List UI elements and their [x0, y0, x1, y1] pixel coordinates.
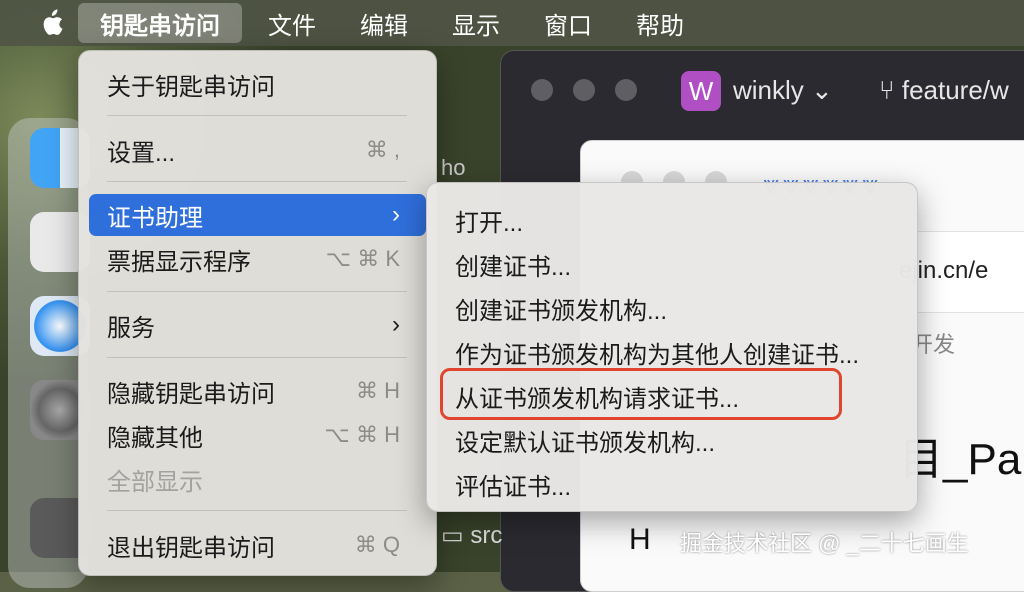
menu-separator: [107, 181, 407, 182]
folder-name: src: [470, 522, 503, 549]
folder-src[interactable]: ▭ src: [441, 521, 502, 550]
menu-item-label: 全部显示: [107, 468, 203, 496]
sidebar-label: ho: [441, 155, 466, 180]
app-menu-dropdown: 关于钥匙串访问 设置... ⌘ , 证书助理 › 票据显示程序 ⌥ ⌘ K 服务 › 隐…: [78, 50, 437, 576]
menu-item-settings[interactable]: 设置... ⌘ ,: [89, 129, 426, 171]
menu-app-name[interactable]: 钥匙串访问: [78, 3, 242, 43]
submenu-item-set-default-ca[interactable]: 设定默认证书颁发机构...: [455, 423, 715, 458]
annotation-highlight-box: [440, 368, 842, 420]
menu-item-label: 隐藏钥匙串访问: [107, 380, 275, 408]
menu-item-ticket-viewer[interactable]: 票据显示程序 ⌥ ⌘ K: [89, 238, 426, 280]
shortcut-label: ⌘ ,: [365, 137, 400, 162]
menu-bar: 钥匙串访问 文件 编辑 显示 窗口 帮助: [0, 0, 1024, 46]
submenu-item-create-ca[interactable]: 创建证书颁发机构...: [455, 291, 667, 326]
submenu-item-create-cert-for-others[interactable]: 作为证书颁发机构为其他人创建证书...: [455, 335, 859, 370]
menu-window[interactable]: 窗口: [522, 0, 614, 46]
menu-item-services[interactable]: 服务 ›: [89, 304, 426, 346]
window-zoom-button[interactable]: [615, 79, 637, 101]
menu-help[interactable]: 帮助: [614, 0, 706, 46]
menu-item-label: 设置...: [107, 139, 176, 167]
menu-item-label: 证书助理: [107, 204, 203, 232]
menu-file[interactable]: 文件: [246, 0, 338, 46]
menu-separator: [107, 357, 407, 358]
chevron-right-icon: ›: [392, 201, 400, 228]
dock: [8, 118, 90, 588]
menu-separator: [107, 291, 407, 292]
menu-item-quit[interactable]: 退出钥匙串访问 ⌘ Q: [89, 524, 426, 566]
menu-item-label: 服务: [107, 314, 155, 342]
shortcut-label: ⌘ H: [356, 378, 400, 403]
submenu-item-open[interactable]: 打开...: [455, 203, 523, 238]
project-selector[interactable]: winkly ⌄: [733, 75, 833, 106]
window-close-button[interactable]: [531, 79, 553, 101]
menu-item-label: 隐藏其他: [107, 424, 203, 452]
toolbar-heading-button[interactable]: H: [629, 523, 651, 557]
project-badge: W: [681, 71, 721, 111]
folder-icon: ▭: [441, 522, 464, 549]
menu-separator: [107, 115, 407, 116]
submenu-item-evaluate[interactable]: 评估证书...: [455, 467, 571, 502]
menu-item-hide-app[interactable]: 隐藏钥匙串访问 ⌘ H: [89, 370, 426, 412]
certificate-assistant-submenu: 打开... 创建证书... 创建证书颁发机构... 作为证书颁发机构为其他人创建…: [426, 182, 918, 512]
branch-selector[interactable]: ⑂ feature/w: [879, 75, 1009, 106]
menu-edit[interactable]: 编辑: [338, 0, 430, 46]
menu-item-label: 关于钥匙串访问: [107, 73, 275, 101]
menu-separator: [107, 510, 407, 511]
menu-item-label: 退出钥匙串访问: [107, 534, 275, 562]
menu-item-show-all: 全部显示: [89, 458, 426, 500]
shortcut-label: ⌘ Q: [354, 532, 400, 557]
menu-item-label: 票据显示程序: [107, 248, 251, 276]
watermark: 掘金技术社区 @ _二十七画生: [680, 531, 969, 556]
project-name: winkly: [733, 75, 804, 105]
branch-name: feature/w: [901, 75, 1009, 105]
menu-item-certificate-assistant[interactable]: 证书助理 ›: [89, 194, 426, 236]
chevron-right-icon: ›: [392, 311, 400, 338]
shortcut-label: ⌥ ⌘ K: [325, 246, 400, 271]
chevron-down-icon: ⌄: [811, 75, 833, 105]
git-branch-icon: ⑂: [879, 75, 895, 105]
window-minimize-button[interactable]: [573, 79, 595, 101]
menu-view[interactable]: 显示: [430, 0, 522, 46]
shortcut-label: ⌥ ⌘ H: [324, 422, 400, 447]
menu-item-about[interactable]: 关于钥匙串访问: [89, 63, 426, 105]
menu-item-hide-others[interactable]: 隐藏其他 ⌥ ⌘ H: [89, 414, 426, 456]
submenu-item-create-certificate[interactable]: 创建证书...: [455, 247, 571, 282]
apple-icon[interactable]: [24, 0, 78, 46]
